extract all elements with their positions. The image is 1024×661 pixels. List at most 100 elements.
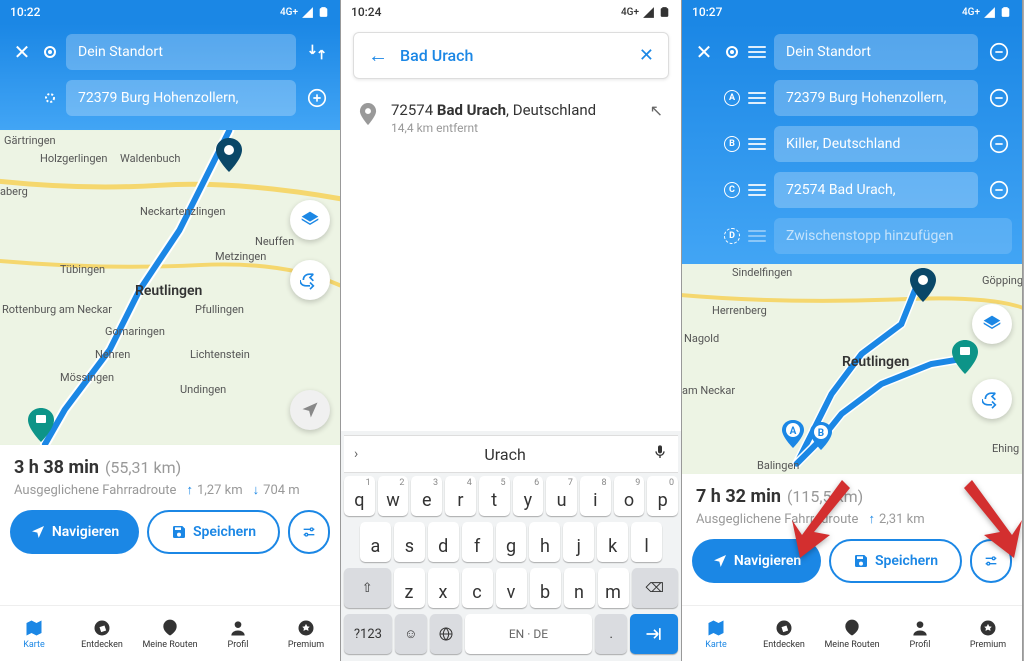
search-result[interactable]: 72574 Bad Urach, Deutschland 14,4 km ent…	[341, 87, 681, 149]
key-a[interactable]: a	[360, 522, 391, 562]
mic-icon[interactable]	[652, 444, 668, 464]
origin-pin-icon[interactable]	[28, 408, 54, 442]
key-d[interactable]: d	[428, 522, 459, 562]
back-icon[interactable]: ←	[368, 43, 388, 68]
tab-bar: Karte Entdecken Meine Routen Profil Prem…	[0, 605, 340, 661]
drag-handle-icon[interactable]	[748, 92, 766, 104]
key-u[interactable]: 7u	[546, 476, 577, 516]
origin-dot-icon	[724, 44, 740, 60]
key-p[interactable]: 0p	[647, 476, 678, 516]
remove-icon[interactable]	[986, 39, 1012, 65]
key-l[interactable]: l	[631, 522, 662, 562]
key-t[interactable]: 5t	[479, 476, 510, 516]
tab-premium[interactable]: Premium	[272, 606, 340, 661]
tab-karte[interactable]: Karte	[0, 606, 68, 661]
tab-entdecken[interactable]: Entdecken	[750, 606, 818, 661]
stop-c-pin-icon[interactable]	[952, 340, 978, 374]
key-b[interactable]: b	[530, 568, 561, 608]
tab-routen[interactable]: Meine Routen	[136, 606, 204, 661]
key-j[interactable]: j	[563, 522, 594, 562]
map[interactable]: Sindelfingen Herrenberg Nagold Reutlinge…	[682, 264, 1022, 474]
key-v[interactable]: v	[496, 568, 527, 608]
dest-pin-icon[interactable]	[910, 268, 936, 302]
route-type: Ausgeglichene Fahrradroute	[14, 483, 176, 498]
key-emoji[interactable]: ☺	[395, 614, 427, 654]
stop-c-field[interactable]: 72574 Bad Urach,	[774, 172, 978, 208]
dest-pin-icon[interactable]	[216, 138, 242, 172]
key-e[interactable]: 3e	[411, 476, 442, 516]
stop-a-field[interactable]: 72379 Burg Hohenzollern,	[774, 80, 978, 116]
key-n[interactable]: n	[564, 568, 595, 608]
suggestion[interactable]: Urach	[358, 445, 652, 464]
key-i[interactable]: 8i	[580, 476, 611, 516]
add-stop-icon[interactable]	[304, 85, 330, 111]
tab-entdecken[interactable]: Entdecken	[68, 606, 136, 661]
search-input[interactable]	[400, 46, 627, 65]
key-h[interactable]: h	[529, 522, 560, 562]
svg-text:B: B	[818, 428, 824, 439]
roundtrip-button[interactable]	[290, 260, 330, 300]
key-x[interactable]: x	[428, 568, 459, 608]
dest-field[interactable]: 72379 Burg Hohenzollern,	[66, 80, 296, 116]
tab-profil[interactable]: Profil	[204, 606, 272, 661]
clear-icon[interactable]: ✕	[639, 45, 654, 66]
phone-3: 10:27 4G+ ✕ Dein Standort A 72379 Burg H…	[682, 0, 1023, 661]
close-icon[interactable]: ✕	[692, 40, 716, 64]
key-c[interactable]: c	[462, 568, 493, 608]
key-k[interactable]: k	[597, 522, 628, 562]
layers-button[interactable]	[290, 200, 330, 240]
key-r[interactable]: 4r	[445, 476, 476, 516]
stop-b-field[interactable]: Killer, Deutschland	[774, 126, 978, 162]
key-z[interactable]: z	[394, 568, 425, 608]
tab-bar: Karte Entdecken Meine Routen Profil Prem…	[682, 605, 1022, 661]
status-bar: 10:24 4G+	[341, 0, 681, 24]
remove-icon[interactable]	[986, 85, 1012, 111]
key-y[interactable]: 6y	[513, 476, 544, 516]
key-globe[interactable]	[430, 614, 462, 654]
status-bar: 10:27 4G+	[682, 0, 1022, 24]
swap-icon[interactable]	[304, 39, 330, 65]
origin-field[interactable]: Dein Standort	[774, 34, 978, 70]
tab-routen[interactable]: Meine Routen	[818, 606, 886, 661]
clock: 10:24	[351, 5, 381, 19]
key-f[interactable]: f	[462, 522, 493, 562]
dest-dot-icon	[42, 90, 58, 106]
roundtrip-button[interactable]	[972, 379, 1012, 419]
clock: 10:27	[692, 5, 722, 19]
key-shift[interactable]: ⇧	[344, 568, 391, 608]
key-w[interactable]: 2w	[378, 476, 409, 516]
settings-button[interactable]	[288, 510, 330, 554]
key-o[interactable]: 9o	[614, 476, 645, 516]
key-backspace[interactable]: ⌫	[632, 568, 679, 608]
key-g[interactable]: g	[496, 522, 527, 562]
kbd-row-2: a s d f g h j k l	[344, 519, 678, 565]
insert-icon[interactable]: ↖	[650, 101, 663, 120]
key-numbers[interactable]: ?123	[344, 614, 392, 654]
tab-profil[interactable]: Profil	[886, 606, 954, 661]
stop-b-pin-icon[interactable]: B	[810, 422, 832, 450]
key-s[interactable]: s	[394, 522, 425, 562]
key-enter[interactable]	[630, 614, 678, 654]
map[interactable]: Gärtringen Holzgerlingen Waldenbuch Neck…	[0, 130, 340, 445]
origin-field[interactable]: Dein Standort	[66, 34, 296, 70]
layers-button[interactable]	[972, 304, 1012, 344]
close-icon[interactable]: ✕	[10, 40, 34, 64]
tab-premium[interactable]: Premium	[954, 606, 1022, 661]
stop-a-pin-icon[interactable]: A	[782, 420, 804, 448]
drag-handle-icon[interactable]	[748, 46, 766, 58]
remove-icon[interactable]	[986, 177, 1012, 203]
navigate-button[interactable]: Navigieren	[10, 510, 139, 554]
key-m[interactable]: m	[598, 568, 629, 608]
drag-handle-icon[interactable]	[748, 184, 766, 196]
add-stop-field[interactable]: Zwischenstopp hinzufügen	[774, 218, 1012, 254]
route-header: ✕ Dein Standort A 72379 Burg Hohenzoller…	[682, 24, 1022, 264]
key-q[interactable]: 1q	[344, 476, 375, 516]
key-dot[interactable]: .	[595, 614, 627, 654]
key-space[interactable]: EN · DE	[465, 614, 593, 654]
save-button[interactable]: Speichern	[147, 510, 280, 554]
tab-karte[interactable]: Karte	[682, 606, 750, 661]
drag-handle-icon[interactable]	[748, 138, 766, 150]
remove-icon[interactable]	[986, 131, 1012, 157]
origin-dot-icon	[42, 44, 58, 60]
locate-button[interactable]	[290, 390, 330, 430]
